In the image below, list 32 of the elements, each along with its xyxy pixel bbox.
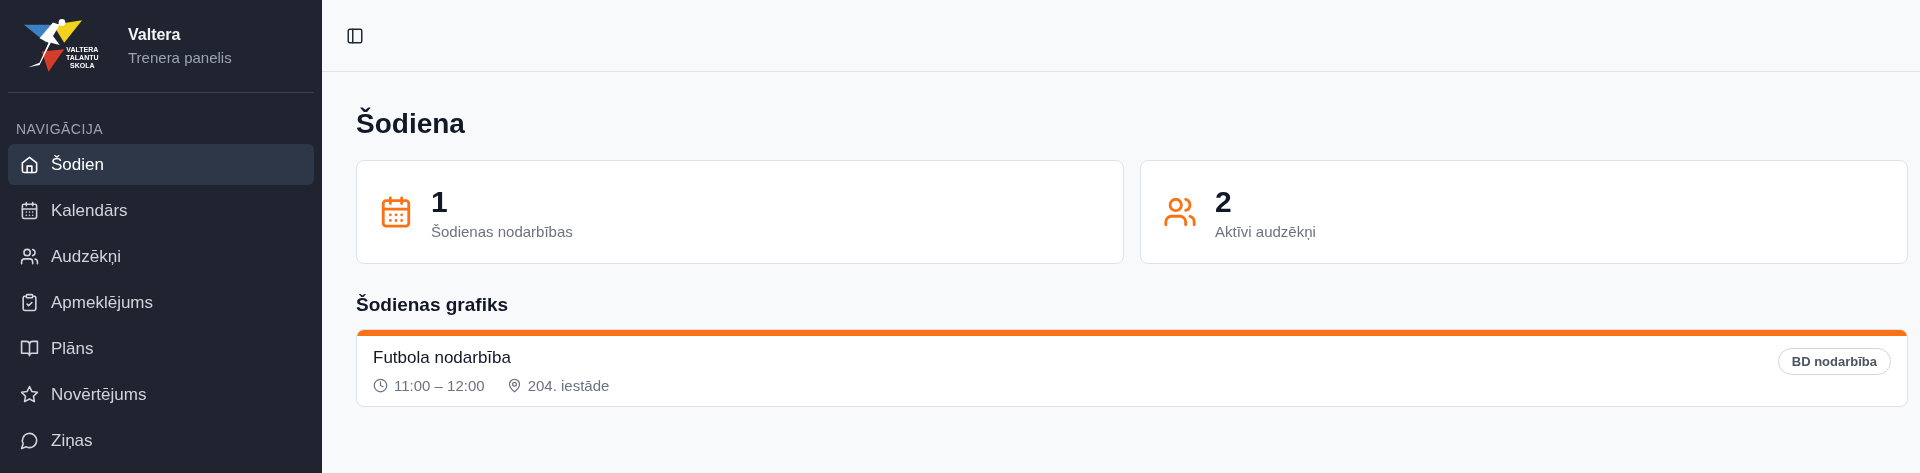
- clipboard-check-icon: [20, 293, 39, 312]
- stat-label: Šodienas nodarbības: [431, 222, 573, 240]
- nav-item[interactable]: Ziņas: [8, 420, 314, 461]
- event-time: 11:00 – 12:00: [394, 377, 485, 394]
- people-icon: [20, 247, 39, 266]
- section-label: NAVIGĀCIJA: [15, 121, 105, 137]
- nav-item[interactable]: Apmeklējums: [8, 282, 314, 323]
- stat-value: 1: [431, 184, 449, 219]
- calendar-icon: [20, 201, 39, 220]
- sidebar-toggle-icon[interactable]: [346, 26, 364, 45]
- brand-name: Valtera: [128, 26, 182, 44]
- brand-subtitle: Trenera panelis: [128, 49, 232, 66]
- event-location: 204. iestāde: [527, 377, 610, 394]
- nav-item[interactable]: Šodien: [8, 144, 314, 185]
- clock-icon: [373, 378, 388, 393]
- nav-item[interactable]: Plāns: [8, 328, 314, 369]
- section-heading: Šodienas grafiks: [356, 294, 510, 316]
- nav-item[interactable]: Kalendārs: [8, 190, 314, 231]
- chat-bubble-icon: [20, 431, 39, 450]
- page-title: Šodiena: [356, 108, 466, 140]
- event-title: Futbola nodarbība: [373, 348, 512, 368]
- nav-item[interactable]: Novērtējums: [8, 374, 314, 415]
- book-icon: [20, 339, 39, 358]
- home-icon: [20, 155, 39, 174]
- stat-value: 2: [1215, 184, 1233, 219]
- stat-label: Aktīvi audzēkņi: [1215, 222, 1316, 240]
- calendar-icon: [379, 195, 413, 229]
- event-card[interactable]: Futbola nodarbība 11:00 – 12:00 204. iestāde BD nodarbība: [356, 329, 1908, 407]
- location-pin-icon: [506, 378, 522, 393]
- people-icon: [1163, 195, 1197, 229]
- nav-item[interactable]: Audzēkņi: [8, 236, 314, 277]
- star-icon: [20, 385, 39, 404]
